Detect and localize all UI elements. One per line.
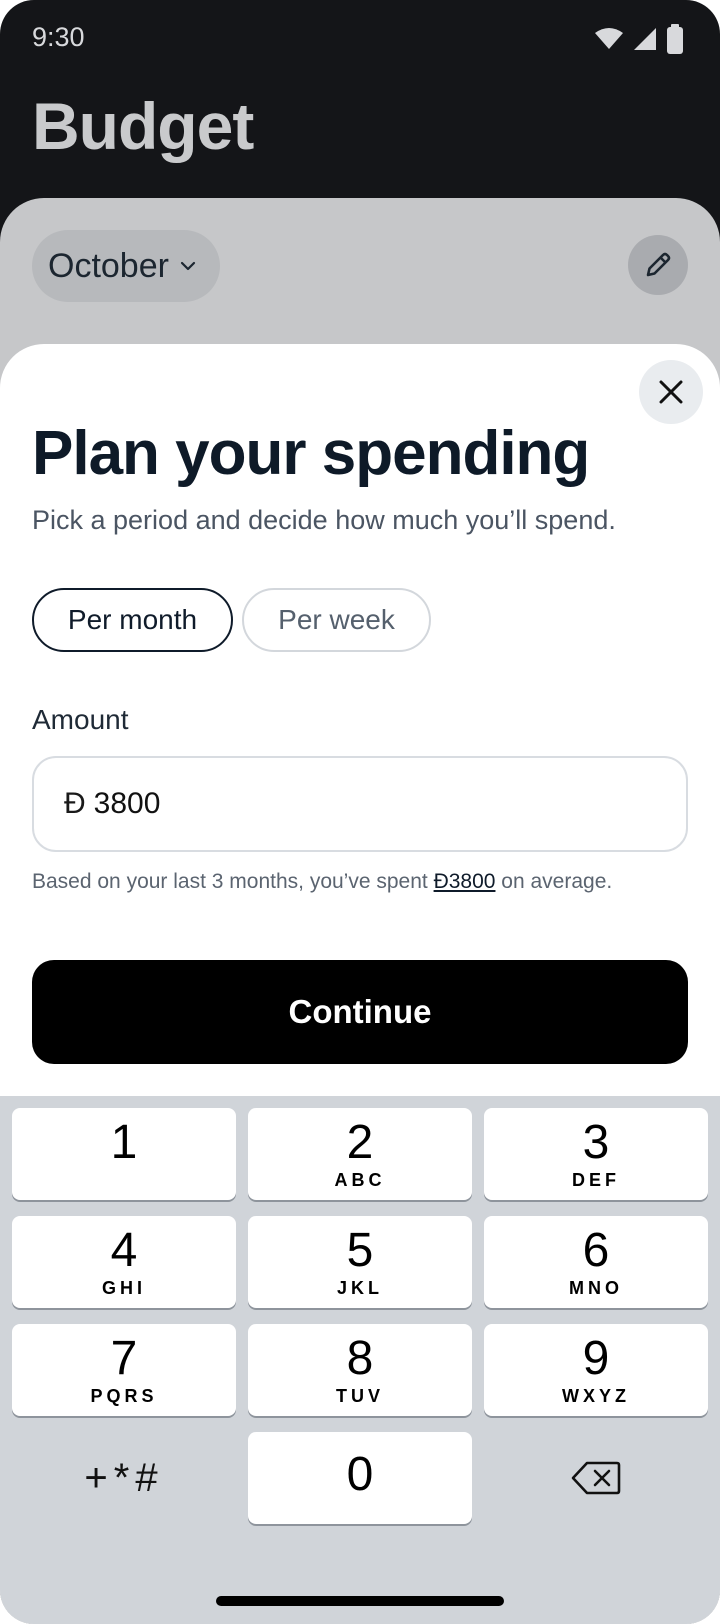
key-digit: 2 — [346, 1116, 374, 1169]
amount-input[interactable]: Đ 3800 — [32, 756, 688, 852]
key-letters: WXYZ — [562, 1386, 630, 1406]
status-bar: 9:30 — [0, 0, 720, 80]
sheet-subtitle: Pick a period and decide how much you’ll… — [32, 505, 616, 535]
key-digit: 1 — [110, 1116, 138, 1169]
key-letters: ABC — [334, 1170, 386, 1190]
average-amount-link[interactable]: Đ3800 — [434, 870, 496, 893]
close-icon — [659, 380, 683, 404]
backspace-icon — [571, 1461, 621, 1495]
sheet-title: Plan your spending — [32, 419, 590, 488]
period-chip-per-week[interactable]: Per week — [242, 588, 431, 652]
key-0[interactable]: 0 — [248, 1432, 472, 1524]
signal-icon — [634, 28, 656, 50]
home-indicator[interactable] — [216, 1596, 504, 1606]
symbols-label: +*# — [84, 1455, 164, 1500]
key-letters: DEF — [572, 1170, 620, 1190]
key-digit: 7 — [110, 1332, 138, 1385]
average-spending-hint: Based on your last 3 months, you’ve spen… — [32, 870, 612, 894]
key-digit: 8 — [346, 1332, 374, 1385]
month-label: October — [48, 246, 169, 285]
key-9[interactable]: 9 WXYZ — [484, 1324, 708, 1416]
key-digit: 6 — [582, 1224, 610, 1277]
key-3[interactable]: 3 DEF — [484, 1108, 708, 1200]
pencil-icon — [646, 252, 671, 277]
key-letters: TUV — [336, 1386, 384, 1406]
key-6[interactable]: 6 MNO — [484, 1216, 708, 1308]
status-icons — [594, 24, 684, 54]
key-digit: 3 — [582, 1116, 610, 1169]
key-letters: MNO — [569, 1278, 623, 1298]
hint-prefix: Based on your last 3 months, you’ve spen… — [32, 870, 434, 893]
key-symbols[interactable]: +*# — [12, 1432, 236, 1524]
amount-value: 3800 — [93, 787, 161, 820]
chevron-down-icon — [180, 261, 196, 271]
key-2[interactable]: 2 ABC — [248, 1108, 472, 1200]
key-1[interactable]: 1 — [12, 1108, 236, 1200]
currency-symbol: Đ — [64, 787, 86, 820]
month-selector[interactable]: October — [32, 230, 220, 302]
key-letters: GHI — [101, 1278, 146, 1298]
status-time: 9:30 — [32, 22, 85, 52]
continue-button[interactable]: Continue — [32, 960, 688, 1064]
wifi-icon — [595, 28, 623, 49]
period-chip-per-month[interactable]: Per month — [32, 588, 233, 652]
key-letters: JKL — [336, 1278, 383, 1298]
amount-label: Amount — [32, 704, 129, 735]
key-digit: 4 — [110, 1224, 138, 1277]
key-7[interactable]: 7 PQRS — [12, 1324, 236, 1416]
key-letters: PQRS — [90, 1386, 158, 1406]
battery-icon — [667, 24, 683, 54]
key-backspace[interactable] — [484, 1432, 708, 1524]
close-button[interactable] — [639, 360, 703, 424]
key-5[interactable]: 5 JKL — [248, 1216, 472, 1308]
key-8[interactable]: 8 TUV — [248, 1324, 472, 1416]
hint-suffix: on average. — [495, 870, 613, 893]
key-digit: 5 — [346, 1224, 374, 1277]
key-digit: 0 — [346, 1448, 374, 1501]
app-title: Budget — [32, 89, 254, 163]
phone-screen: 9:30 Budget October Plan your spending P… — [0, 0, 720, 1624]
key-digit: 9 — [582, 1332, 610, 1385]
edit-button[interactable] — [628, 235, 688, 295]
key-4[interactable]: 4 GHI — [12, 1216, 236, 1308]
